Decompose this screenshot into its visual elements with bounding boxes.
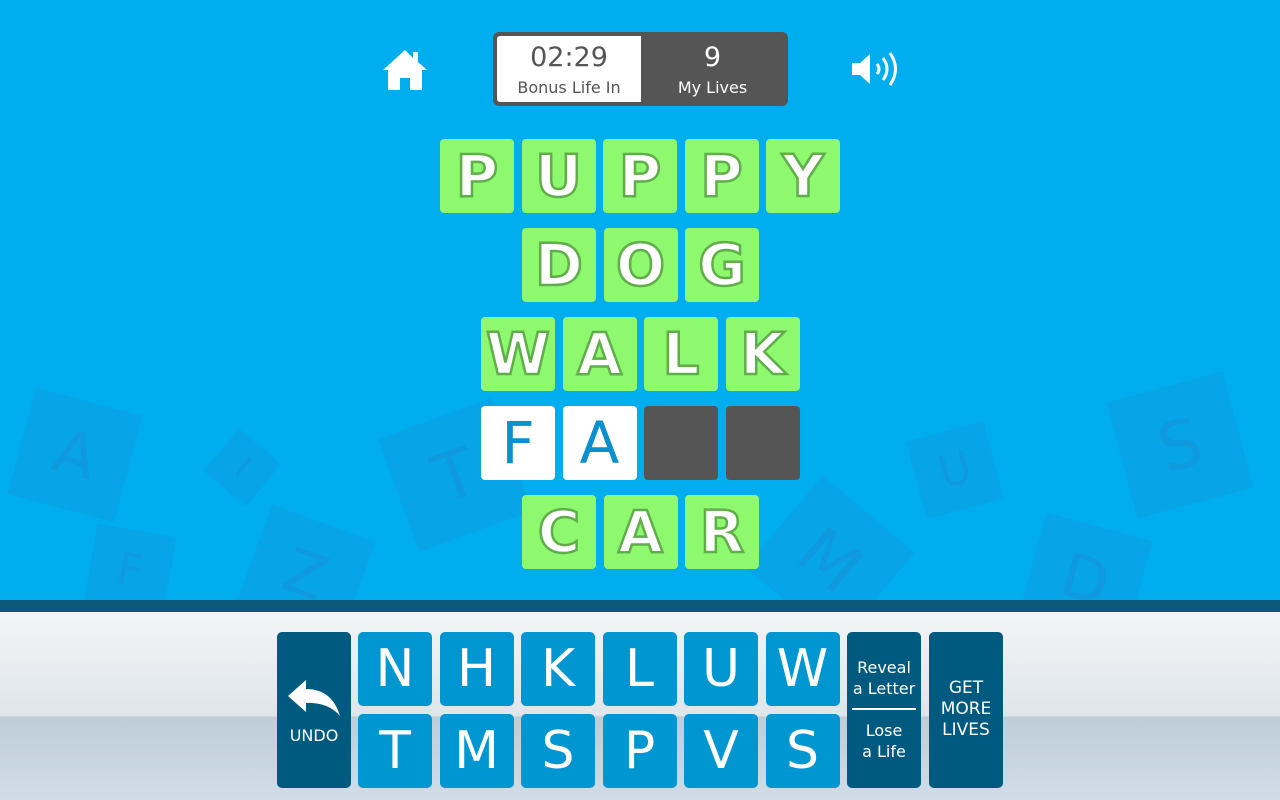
- reveal-label-1: Reveal: [857, 658, 911, 677]
- letter-tile-solved: D: [522, 228, 596, 302]
- letter-key[interactable]: W: [765, 632, 840, 706]
- timer-value: 02:29: [530, 42, 608, 73]
- letter-tile-solved: G: [685, 228, 759, 302]
- letter-tile-solved: C: [522, 495, 596, 569]
- lives-counter: 9 My Lives: [641, 36, 784, 102]
- letter-tile-solved: W: [481, 317, 555, 391]
- lives-value: 9: [703, 42, 722, 73]
- separator: [852, 708, 916, 710]
- letter-key[interactable]: S: [765, 714, 840, 788]
- divider: [0, 600, 1280, 612]
- undo-arrow-icon: [288, 680, 340, 716]
- letter-tile-filled[interactable]: A: [562, 406, 637, 480]
- letter-key[interactable]: H: [439, 632, 514, 706]
- letter-tile-empty[interactable]: [725, 406, 800, 480]
- letter-key[interactable]: N: [358, 632, 432, 706]
- letter-tile-solved: U: [521, 139, 596, 213]
- lose-label-1: Lose: [865, 721, 903, 740]
- letter-key[interactable]: T: [358, 714, 432, 788]
- undo-label: UNDO: [289, 726, 339, 745]
- letter-key[interactable]: U: [684, 632, 758, 706]
- decor-letter: I: [203, 428, 282, 507]
- more-label-3: LIVES: [942, 720, 990, 740]
- decor-letter: U: [906, 421, 1004, 519]
- decor-letter: S: [1106, 371, 1254, 519]
- letter-tile-solved: P: [684, 139, 759, 213]
- letter-tile-empty[interactable]: [644, 406, 718, 480]
- letter-key[interactable]: P: [602, 714, 677, 788]
- letter-key[interactable]: S: [521, 714, 595, 788]
- letter-tile-solved: K: [725, 317, 800, 391]
- more-label-2: MORE: [940, 699, 992, 719]
- home-icon[interactable]: [381, 48, 429, 92]
- decor-letter: A: [7, 387, 143, 523]
- more-label-1: GET: [948, 678, 984, 698]
- status-panel: 02:29 Bonus Life In 9 My Lives: [493, 32, 788, 106]
- letter-tile-solved: P: [603, 139, 677, 213]
- letter-tile-solved: O: [603, 228, 678, 302]
- letter-tile-solved: A: [562, 317, 637, 391]
- letter-tile-solved: P: [440, 139, 514, 213]
- bonus-timer: 02:29 Bonus Life In: [497, 36, 641, 102]
- letter-key[interactable]: M: [439, 714, 514, 788]
- undo-button[interactable]: UNDO: [277, 632, 351, 788]
- get-more-lives-button[interactable]: GET MORE LIVES: [929, 632, 1003, 788]
- reveal-label-2: a Letter: [852, 679, 916, 698]
- letter-tile-solved: R: [685, 495, 759, 569]
- letter-tile-filled[interactable]: F: [481, 406, 555, 480]
- letter-tile-solved: L: [644, 317, 718, 391]
- timer-label: Bonus Life In: [517, 78, 621, 97]
- lose-label-2: a Life: [862, 742, 906, 761]
- letter-key[interactable]: K: [521, 632, 595, 706]
- letter-tile-solved: A: [603, 495, 678, 569]
- lives-label: My Lives: [677, 78, 748, 97]
- letter-key[interactable]: V: [684, 714, 758, 788]
- reveal-letter-button[interactable]: Reveal a Letter Lose a Life: [847, 632, 921, 788]
- letter-tile-solved: Y: [766, 139, 840, 213]
- speaker-icon[interactable]: [850, 50, 904, 88]
- letter-key[interactable]: L: [602, 632, 677, 706]
